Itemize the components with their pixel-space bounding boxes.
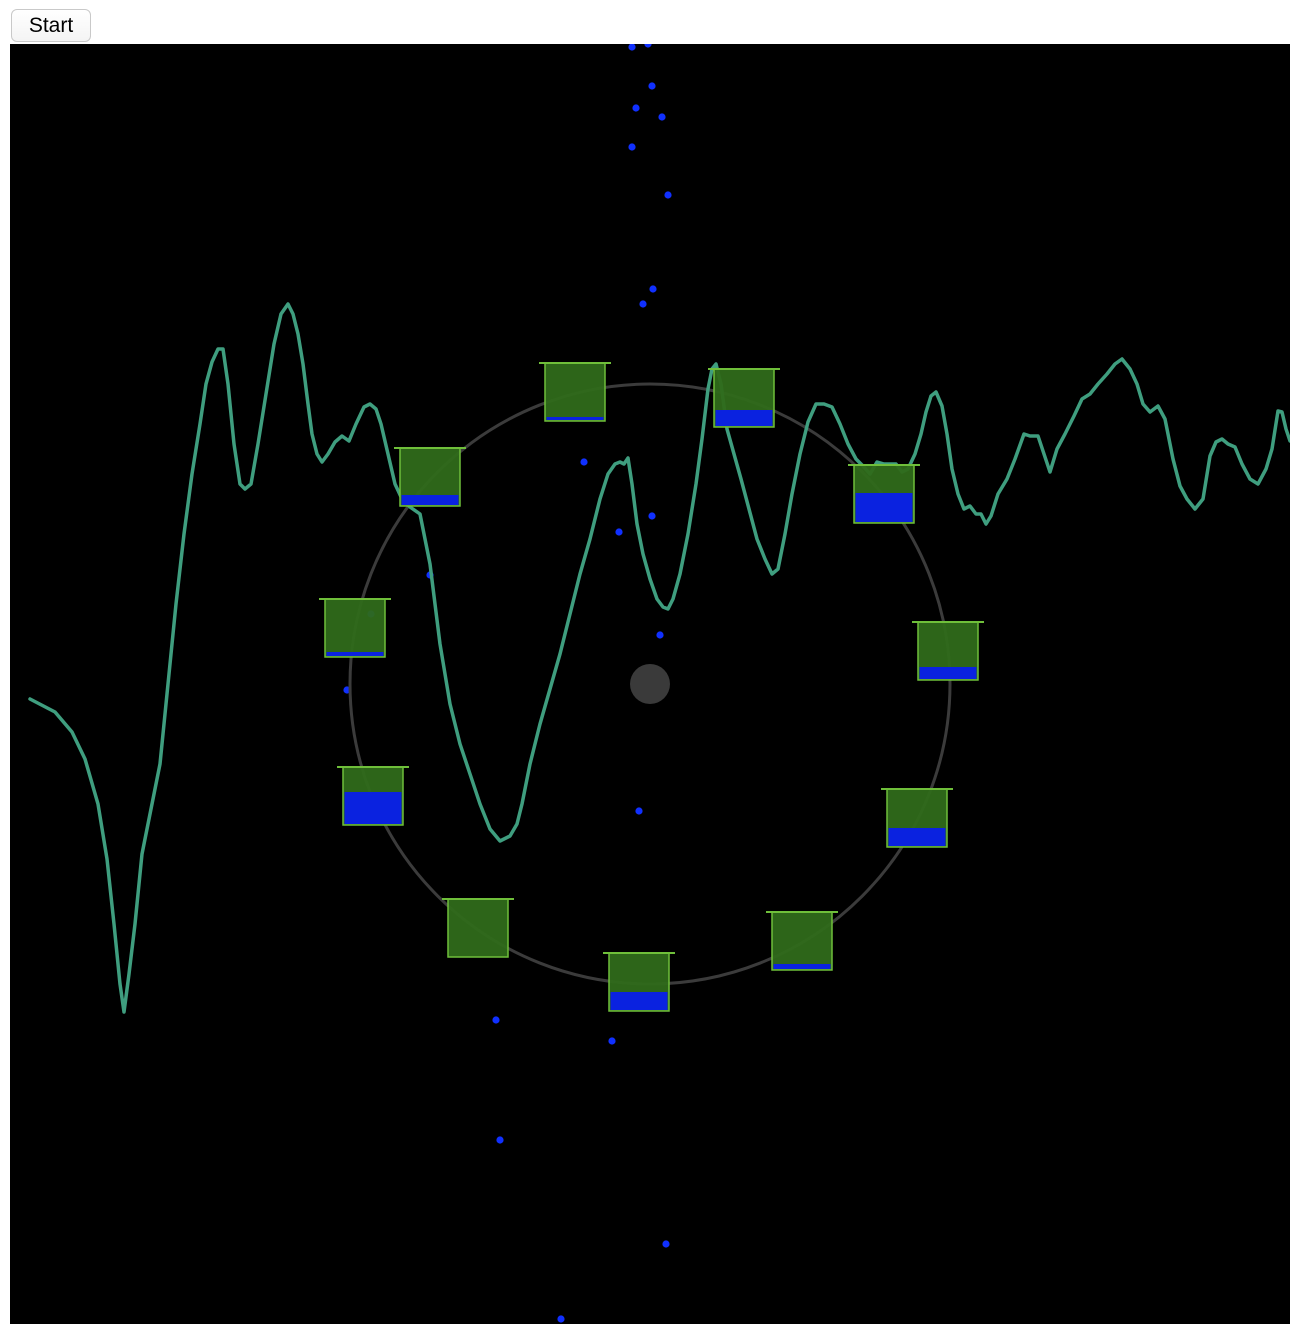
water-drop [656,631,664,639]
bucket-body [447,898,509,958]
water-drop [664,191,672,199]
simulation-canvas[interactable] [10,44,1290,1324]
bucket-water [344,792,402,824]
bucket [848,464,920,524]
bucket-water [888,828,946,846]
water-drop [492,1016,500,1024]
water-drop [648,82,656,90]
bucket-water [610,992,668,1010]
bucket [319,598,391,658]
water-drop [635,807,643,815]
bucket [881,788,953,848]
water-drop [608,1037,616,1045]
water-drop [658,113,666,121]
bucket [442,898,514,958]
water-drop [639,300,647,308]
water-drop [662,1240,670,1248]
bucket [708,368,780,428]
water-drop [557,1315,565,1323]
bucket-body [324,598,386,658]
bucket [766,911,838,971]
bucket [337,766,409,826]
water-drop [496,1136,504,1144]
bucket-water [715,410,773,426]
water-drop [580,458,588,466]
bucket-body [771,911,833,971]
water-drop [628,143,636,151]
bucket [912,621,984,681]
start-button[interactable]: Start [11,9,91,42]
bucket [539,362,611,422]
bucket-water [919,667,977,679]
simulation-scene [10,44,1290,1324]
wheel-hub [630,664,670,704]
water-drop [649,285,657,293]
bucket-water [401,495,459,505]
water-drop [632,104,640,112]
bucket [394,447,466,507]
toolbar: Start [0,0,1298,44]
bucket-water [855,493,913,522]
bucket-water [546,417,604,420]
bucket-water [326,652,384,656]
bucket-body [544,362,606,422]
bucket [603,952,675,1012]
water-drop [615,528,623,536]
bucket-water [773,964,831,969]
water-drop [648,512,656,520]
